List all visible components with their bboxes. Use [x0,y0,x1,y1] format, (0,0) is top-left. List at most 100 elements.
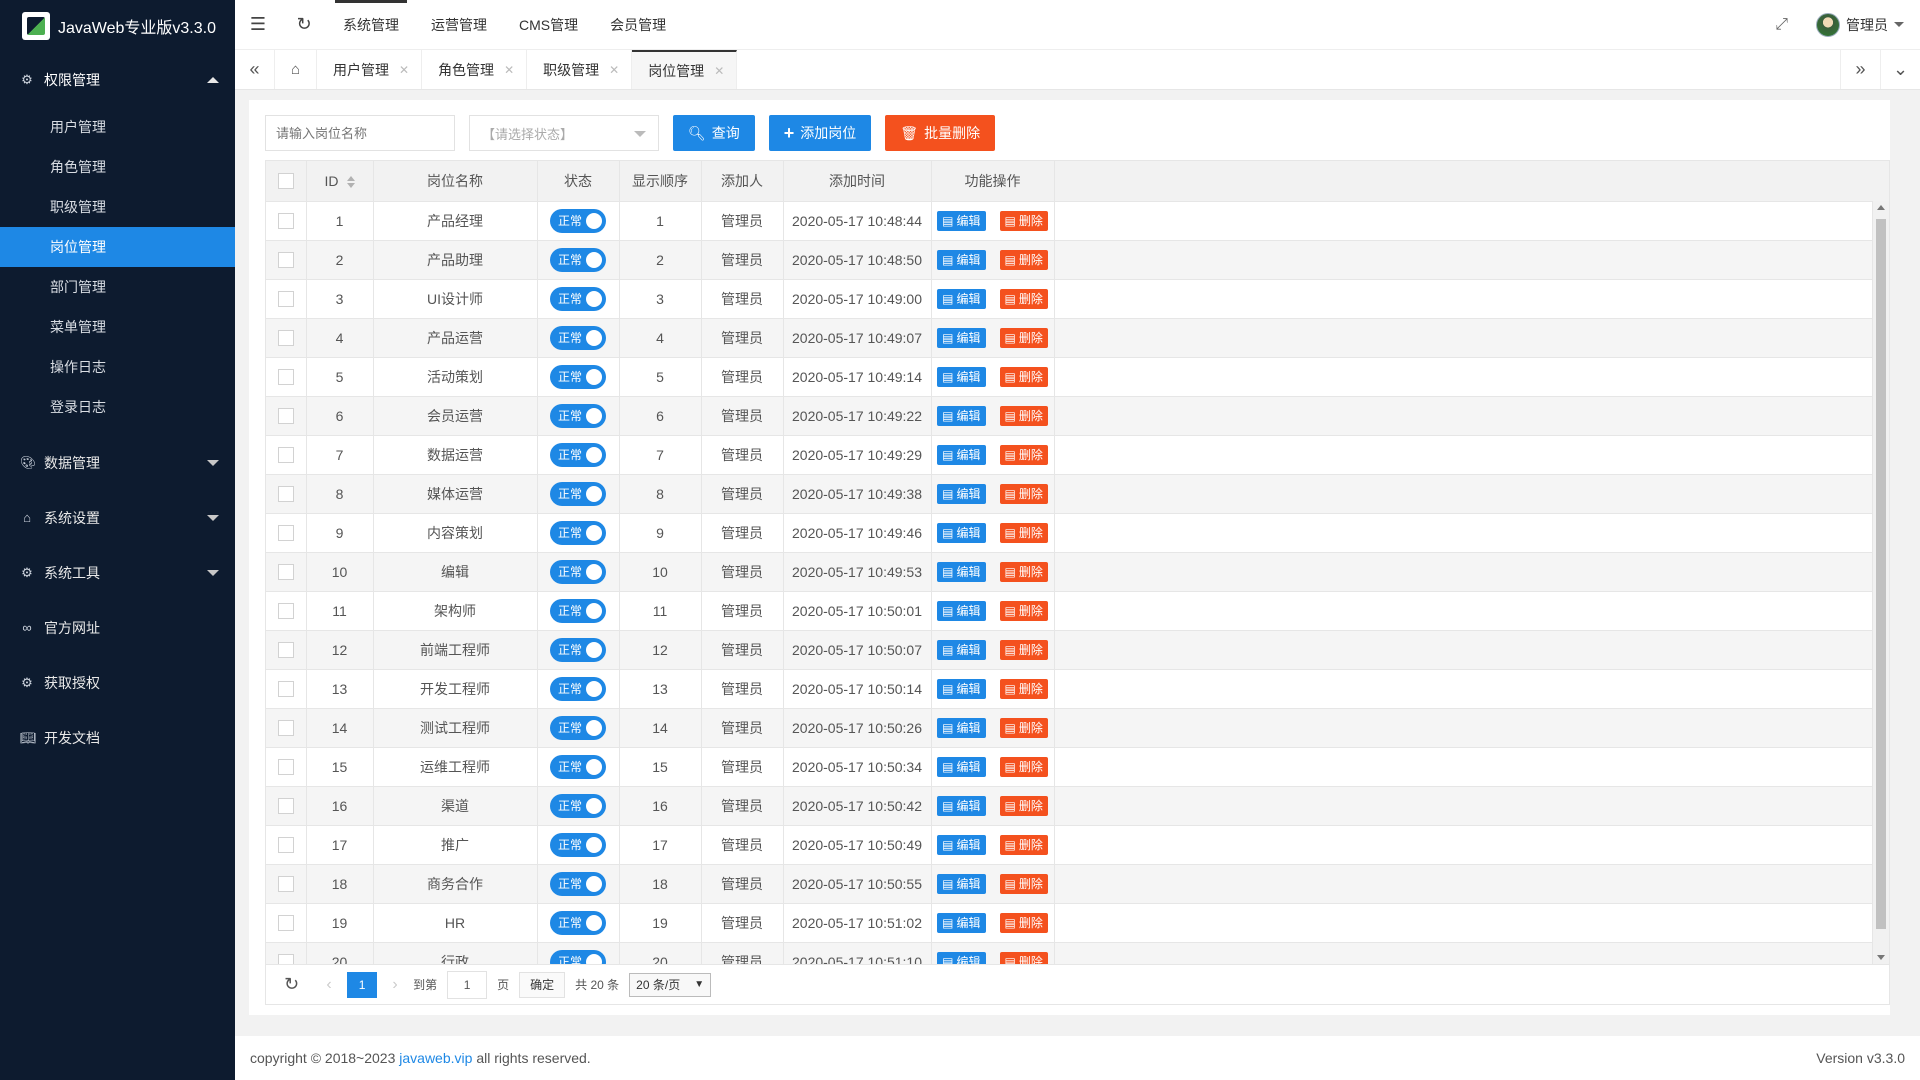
status-toggle[interactable]: 正常 [550,715,606,740]
edit-button[interactable]: ▤ 编辑 [937,795,986,816]
tabs-scroll-left-icon[interactable]: « [235,50,275,89]
refresh-table-icon[interactable]: ↻ [284,974,299,995]
delete-button[interactable]: ▤ 删除 [999,210,1048,231]
delete-button[interactable]: ▤ 删除 [999,483,1048,504]
delete-button[interactable]: ▤ 删除 [999,249,1048,270]
status-toggle[interactable]: 正常 [550,637,606,662]
page-tab[interactable]: 角色管理 ✕ [422,50,528,89]
edit-button[interactable]: ▤ 编辑 [937,210,986,231]
row-checkbox[interactable] [277,681,294,698]
delete-button[interactable]: ▤ 删除 [999,756,1048,777]
delete-button[interactable]: ▤ 删除 [999,873,1048,894]
status-toggle[interactable]: 正常 [550,910,606,935]
edit-button[interactable]: ▤ 编辑 [937,249,986,270]
edit-button[interactable]: ▤ 编辑 [937,327,986,348]
page-tab[interactable]: 岗位管理 ✕ [632,50,738,89]
delete-button[interactable]: ▤ 删除 [999,561,1048,582]
select-all-checkbox[interactable] [277,173,294,190]
delete-button[interactable]: ▤ 删除 [999,912,1048,933]
page-tab[interactable]: 用户管理 ✕ [317,50,423,89]
page-size-select[interactable]: 20 条/页 ▼ [629,972,712,997]
status-toggle[interactable]: 正常 [550,754,606,779]
edit-button[interactable]: ▤ 编辑 [937,951,986,964]
sidebar-item[interactable]: 岗位管理 [0,227,235,267]
edit-button[interactable]: ▤ 编辑 [937,717,986,738]
delete-button[interactable]: ▤ 删除 [999,288,1048,309]
edit-button[interactable]: ▤ 编辑 [937,873,986,894]
status-toggle[interactable]: 正常 [550,247,606,272]
sidebar-item[interactable]: 菜单管理 [0,307,235,347]
delete-button[interactable]: ▤ 删除 [999,444,1048,465]
row-checkbox[interactable] [277,642,294,659]
status-toggle[interactable]: 正常 [550,793,606,818]
edit-button[interactable]: ▤ 编辑 [937,600,986,621]
row-checkbox[interactable] [277,798,294,815]
sort-icon[interactable] [346,176,355,189]
menu-collapse-icon[interactable]: ☰ [235,0,281,50]
position-name-search-input[interactable] [265,115,455,151]
sidebar-item[interactable]: 登录日志 [0,387,235,427]
edit-button[interactable]: ▤ 编辑 [937,405,986,426]
status-toggle[interactable]: 正常 [550,481,606,506]
status-toggle[interactable]: 正常 [550,949,606,964]
page-tab[interactable]: 职级管理 ✕ [527,50,633,89]
app-logo[interactable]: JavaWeb专业版v3.3.0 [0,0,235,52]
status-toggle[interactable]: 正常 [550,286,606,311]
status-toggle[interactable]: 正常 [550,520,606,545]
scroll-up-icon[interactable] [1877,205,1885,210]
row-checkbox[interactable] [277,369,294,386]
row-checkbox[interactable] [277,213,294,230]
batch-delete-button[interactable]: 🗑︎ 批量删除 [885,115,996,151]
website-link[interactable]: javaweb.vip [399,1050,472,1066]
row-checkbox[interactable] [277,759,294,776]
close-icon[interactable]: ✕ [504,63,514,77]
delete-button[interactable]: ▤ 删除 [999,717,1048,738]
status-toggle[interactable]: 正常 [550,442,606,467]
goto-page-input[interactable]: 1 [447,970,488,999]
row-checkbox[interactable] [277,603,294,620]
sidebar-group-header[interactable]: 📖︎ 开发文档 [0,710,235,765]
row-checkbox[interactable] [277,291,294,308]
scroll-down-icon[interactable] [1877,955,1885,960]
edit-button[interactable]: ▤ 编辑 [937,483,986,504]
edit-button[interactable]: ▤ 编辑 [937,756,986,777]
tabs-scroll-right-icon[interactable]: » [1840,50,1880,89]
row-checkbox[interactable] [277,720,294,737]
status-toggle[interactable]: 正常 [550,403,606,428]
status-toggle[interactable]: 正常 [550,325,606,350]
sidebar-item[interactable]: 部门管理 [0,267,235,307]
tabs-dropdown-icon[interactable]: ⌄ [1880,50,1920,89]
delete-button[interactable]: ▤ 删除 [999,600,1048,621]
row-checkbox[interactable] [277,486,294,503]
top-menu-item[interactable]: 会员管理 [594,0,682,50]
sidebar-group-header[interactable]: 🎨︎ 数据管理 [0,435,235,490]
user-menu[interactable]: 管理员 [1816,12,1904,37]
delete-button[interactable]: ▤ 删除 [999,405,1048,426]
row-checkbox[interactable] [277,330,294,347]
home-tab-icon[interactable]: ⌂ [275,50,317,89]
sidebar-item[interactable]: 职级管理 [0,187,235,227]
sidebar-item[interactable]: 用户管理 [0,107,235,147]
table-scrollbar[interactable] [1872,201,1889,964]
col-header-id[interactable]: ID [306,161,374,202]
edit-button[interactable]: ▤ 编辑 [937,366,986,387]
sidebar-group-header[interactable]: ⌂ 系统设置 [0,490,235,545]
add-position-button[interactable]: + 添加岗位 [768,115,872,151]
edit-button[interactable]: ▤ 编辑 [937,444,986,465]
goto-confirm-button[interactable]: 确定 [519,971,566,998]
sidebar-group-header[interactable]: ⚙ 系统工具 [0,545,235,600]
status-toggle[interactable]: 正常 [550,871,606,896]
top-menu-item[interactable]: 运营管理 [415,0,503,50]
status-toggle[interactable]: 正常 [550,559,606,584]
row-checkbox[interactable] [277,564,294,581]
edit-button[interactable]: ▤ 编辑 [937,912,986,933]
query-button[interactable]: 🔍︎ 查询 [673,115,755,151]
row-checkbox[interactable] [277,525,294,542]
row-checkbox[interactable] [277,408,294,425]
sidebar-group-header[interactable]: ⚙ 获取授权 [0,655,235,710]
sidebar-group-header[interactable]: ∞ 官方网址 [0,600,235,655]
row-checkbox[interactable] [277,915,294,932]
row-checkbox[interactable] [277,837,294,854]
status-toggle[interactable]: 正常 [550,676,606,701]
delete-button[interactable]: ▤ 删除 [999,951,1048,964]
